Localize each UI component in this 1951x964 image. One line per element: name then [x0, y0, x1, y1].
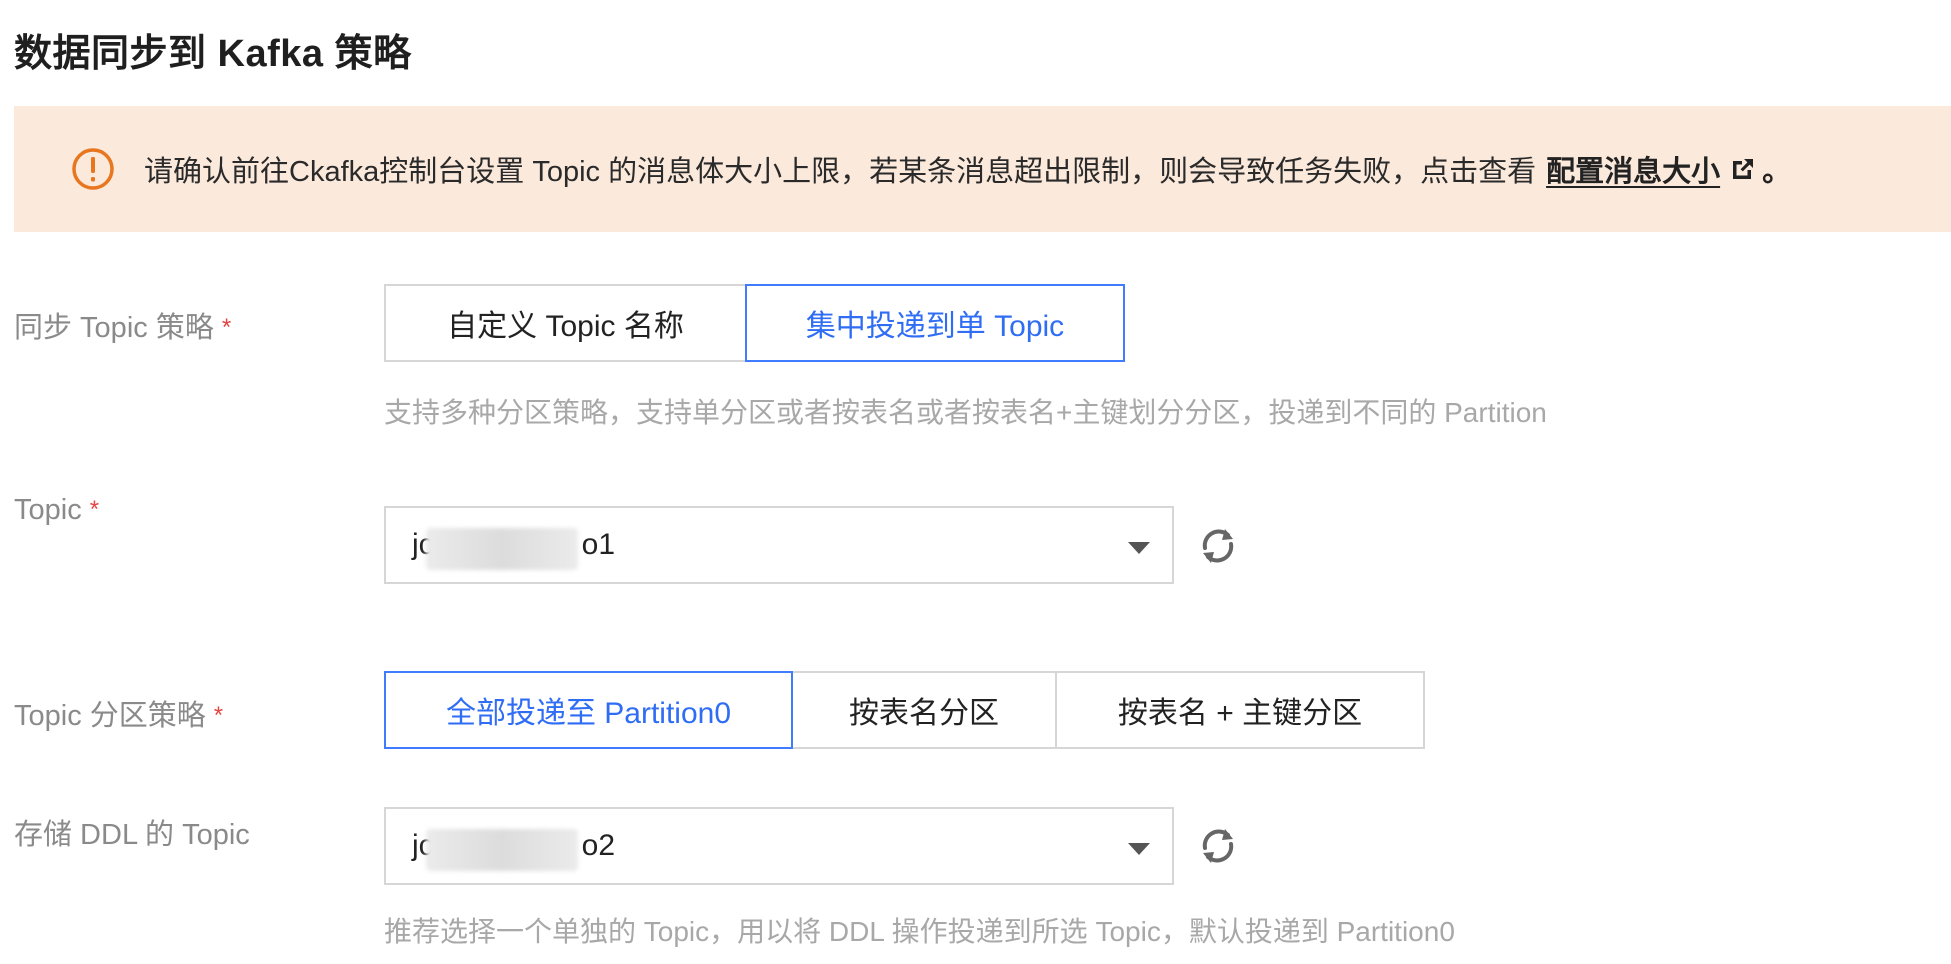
required-mark: * [89, 496, 100, 523]
external-link-icon[interactable] [1730, 156, 1756, 182]
redacted-block [426, 829, 578, 871]
topic-select[interactable]: jc o1 [384, 506, 1174, 584]
partition-strategy-label-text: Topic 分区策略 [14, 700, 206, 732]
refresh-icon[interactable] [1198, 826, 1238, 866]
by-table-name-button[interactable]: 按表名分区 [791, 671, 1057, 749]
single-topic-button[interactable]: 集中投递到单 Topic [745, 284, 1125, 362]
ddl-topic-value-suffix: o2 [581, 829, 616, 862]
topic-label: Topic * [14, 494, 99, 527]
redacted-block [426, 528, 578, 570]
page-title: 数据同步到 Kafka 策略 [14, 33, 412, 75]
sync-strategy-label-text: 同步 Topic 策略 [14, 312, 214, 344]
required-mark: * [221, 314, 232, 341]
ddl-topic-hint: 推荐选择一个单独的 Topic，用以将 DDL 操作投递到所选 Topic，默认… [384, 916, 1455, 947]
sync-strategy-segmented: 自定义 Topic 名称 集中投递到单 Topic [384, 284, 1125, 362]
partition-strategy-label: Topic 分区策略 * [14, 692, 223, 734]
config-message-size-link[interactable]: 配置消息大小 [1546, 148, 1720, 190]
topic-value-suffix: o1 [581, 528, 616, 561]
ddl-topic-select-value: jc o2 [412, 829, 616, 871]
chevron-down-icon [1128, 843, 1150, 855]
ddl-topic-select[interactable]: jc o2 [384, 807, 1174, 885]
topic-label-text: Topic [14, 494, 82, 526]
sync-strategy-label: 同步 Topic 策略 * [14, 304, 231, 346]
refresh-icon[interactable] [1198, 526, 1238, 566]
custom-topic-name-button[interactable]: 自定义 Topic 名称 [384, 284, 747, 362]
notice-text: 请确认前往Ckafka控制台设置 Topic 的消息体大小上限，若某条消息超出限… [144, 156, 1537, 188]
sync-strategy-hint: 支持多种分区策略，支持单分区或者按表名或者按表名+主键划分分区，投递到不同的 P… [384, 397, 1547, 428]
warning-circle-icon [72, 148, 114, 190]
topic-select-value: jc o1 [412, 528, 616, 570]
all-to-partition0-button[interactable]: 全部投递至 Partition0 [384, 671, 793, 749]
ddl-topic-label: 存储 DDL 的 Topic [14, 819, 250, 851]
partition-strategy-segmented: 全部投递至 Partition0 按表名分区 按表名 + 主键分区 [384, 671, 1425, 749]
message-size-notice: 请确认前往Ckafka控制台设置 Topic 的消息体大小上限，若某条消息超出限… [14, 106, 1951, 232]
required-mark: * [213, 702, 224, 729]
chevron-down-icon [1128, 542, 1150, 554]
by-table-and-key-button[interactable]: 按表名 + 主键分区 [1055, 671, 1425, 749]
notice-tail: 。 [1762, 156, 1792, 188]
